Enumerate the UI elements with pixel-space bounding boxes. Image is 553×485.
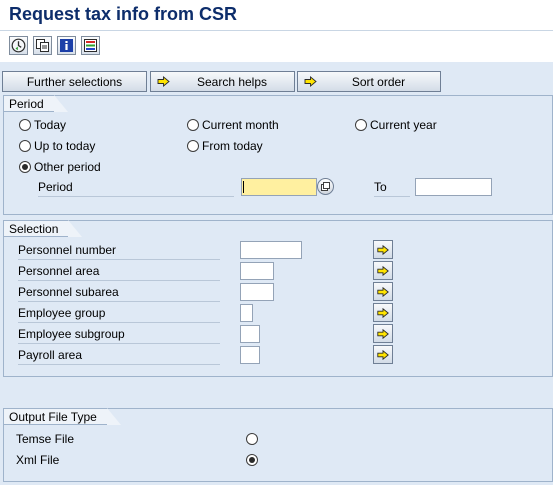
radio-button[interactable]	[19, 140, 31, 152]
arrow-right-icon	[377, 265, 389, 276]
period-label: Period	[38, 180, 234, 197]
period-group: Period Today Current month Current year …	[3, 95, 553, 215]
arrow-right-icon	[377, 328, 389, 339]
arrow-right-icon	[377, 244, 389, 255]
employee-group-label: Employee group	[18, 306, 220, 323]
multiple-selection-button[interactable]	[373, 324, 393, 343]
radio-button[interactable]	[355, 119, 367, 131]
personnel-area-label: Personnel area	[18, 264, 220, 281]
multiple-selection-button[interactable]	[373, 303, 393, 322]
personnel-area-input[interactable]	[240, 262, 274, 280]
personnel-subarea-label: Personnel subarea	[18, 285, 220, 302]
radio-button-selected[interactable]	[19, 161, 31, 173]
search-helps-button[interactable]: Search helps	[150, 71, 295, 92]
personnel-number-label: Personnel number	[18, 243, 220, 260]
arrow-right-icon	[304, 76, 317, 87]
radio-from-today[interactable]: From today	[187, 139, 263, 153]
arrow-right-icon	[377, 307, 389, 318]
period-to-input[interactable]	[415, 178, 492, 196]
arrow-right-icon	[377, 286, 389, 297]
radio-up-to-today-label: Up to today	[34, 139, 96, 153]
get-variant-button[interactable]	[33, 36, 52, 55]
value-help-button[interactable]	[317, 178, 334, 195]
payroll-area-input[interactable]	[240, 346, 260, 364]
period-from-input[interactable]	[241, 178, 317, 196]
further-selections-button[interactable]: Further selections	[2, 71, 147, 92]
sort-order-button[interactable]: Sort order	[297, 71, 441, 92]
to-label: To	[374, 180, 410, 197]
info-icon	[60, 39, 73, 52]
search-helps-label: Search helps	[196, 74, 268, 89]
radio-button[interactable]	[19, 119, 31, 131]
arrow-right-icon	[377, 349, 389, 360]
page-title: Request tax info from CSR	[9, 4, 238, 24]
temse-file-label: Temse File	[16, 432, 75, 446]
payroll-area-label: Payroll area	[18, 348, 220, 365]
layout-colors-icon	[84, 39, 97, 52]
personnel-subarea-input[interactable]	[240, 283, 274, 301]
multiple-selection-button[interactable]	[373, 240, 393, 259]
employee-subgroup-input[interactable]	[240, 325, 260, 343]
radio-button[interactable]	[187, 119, 199, 131]
arrow-right-icon	[157, 76, 170, 87]
variant-pages-icon	[36, 39, 49, 52]
radio-other-period-label: Other period	[34, 160, 101, 174]
radio-current-month-label: Current month	[202, 118, 279, 132]
radio-button[interactable]	[187, 140, 199, 152]
radio-from-today-label: From today	[202, 139, 263, 153]
application-toolbar	[0, 31, 553, 60]
multiple-selection-button[interactable]	[373, 345, 393, 364]
sort-order-label: Sort order	[351, 74, 406, 89]
radio-today-label: Today	[34, 118, 67, 132]
title-bar: Request tax info from CSR	[0, 0, 553, 31]
execute-button[interactable]	[9, 36, 28, 55]
multiple-selection-button[interactable]	[373, 261, 393, 280]
multiple-selection-button[interactable]	[373, 282, 393, 301]
selection-group: Selection Personnel number Personnel are…	[3, 220, 553, 377]
layout-button[interactable]	[81, 36, 100, 55]
selection-group-title: Selection	[3, 220, 83, 237]
radio-temse-file[interactable]	[246, 433, 258, 445]
radio-current-year[interactable]: Current year	[355, 118, 437, 132]
radio-up-to-today[interactable]: Up to today	[19, 139, 95, 153]
radio-current-month[interactable]: Current month	[187, 118, 279, 132]
info-button[interactable]	[57, 36, 76, 55]
xml-file-label: Xml File	[16, 453, 60, 467]
output-file-type-group: Output File Type Temse File Xml File	[3, 408, 553, 482]
selection-screen: Further selections Search helps Sort ord…	[0, 62, 553, 485]
employee-subgroup-label: Employee subgroup	[18, 327, 220, 344]
radio-xml-file[interactable]	[246, 454, 258, 466]
execute-clock-icon	[11, 38, 26, 53]
value-help-icon	[321, 182, 330, 191]
employee-group-input[interactable]	[240, 304, 253, 322]
further-selections-label: Further selections	[26, 74, 123, 89]
radio-today[interactable]: Today	[19, 118, 66, 132]
radio-other-period[interactable]: Other period	[19, 160, 101, 174]
personnel-number-input[interactable]	[240, 241, 302, 259]
period-group-title: Period	[3, 95, 68, 112]
radio-current-year-label: Current year	[370, 118, 437, 132]
output-file-type-title: Output File Type	[3, 408, 121, 425]
